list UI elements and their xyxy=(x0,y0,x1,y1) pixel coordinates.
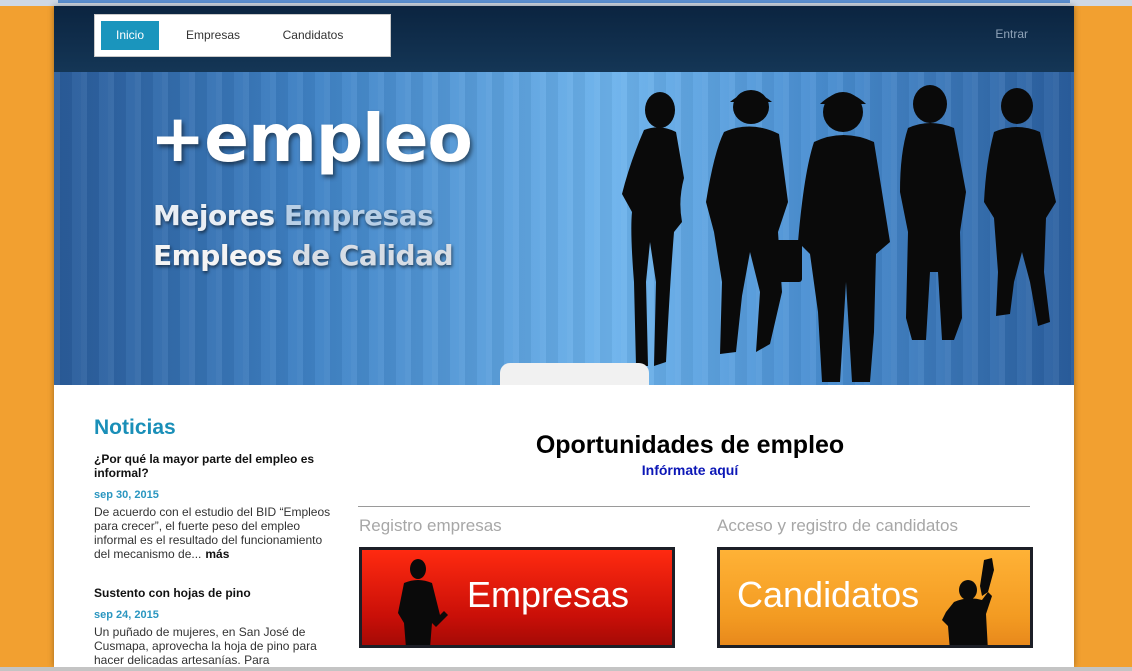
news-excerpt: Un puñado de mujeres, en San José de Cus… xyxy=(94,625,317,667)
news-item: Sustento con hojas de pino sep 24, 2015 … xyxy=(94,586,334,667)
login-link[interactable]: Entrar xyxy=(995,27,1028,41)
candidates-button[interactable]: Candidatos xyxy=(717,547,1033,648)
info-link[interactable]: Infórmate aquí xyxy=(358,462,1022,478)
tagline1-word-a: Mejores xyxy=(153,199,275,232)
browser-bottom-edge xyxy=(0,667,1132,671)
brand-logo: +empleo xyxy=(150,100,473,177)
tagline2-word-a: Empleos xyxy=(153,239,283,272)
cheering-person-icon xyxy=(942,558,994,645)
hero-tagline-2: Empleos de Calidad xyxy=(153,239,454,272)
news-item: ¿Por qué la mayor parte del empleo es in… xyxy=(94,452,334,561)
section-divider xyxy=(358,506,1030,507)
nav-item-inicio[interactable]: Inicio xyxy=(101,21,159,50)
tagline2-word-b: de Calidad xyxy=(291,239,454,272)
tagline1-word-b: Empresas xyxy=(283,199,434,232)
hero-tagline-1: Mejores Empresas xyxy=(153,199,434,232)
page-container: Inicio Empresas Candidatos Entrar +emple… xyxy=(54,6,1074,667)
news-date: sep 24, 2015 xyxy=(94,609,159,621)
companies-button[interactable]: Empresas xyxy=(359,547,675,648)
hero-banner: +empleo Mejores Empresas Empleos de Cali… xyxy=(54,72,1074,385)
news-date: sep 30, 2015 xyxy=(94,489,159,501)
companies-button-label: Empresas xyxy=(467,574,630,615)
news-heading: Noticias xyxy=(94,416,176,439)
banner-tab-notch xyxy=(500,363,649,385)
read-more-link[interactable]: más xyxy=(205,547,229,561)
workers-silhouette-image xyxy=(622,85,1056,382)
candidates-section-label: Acceso y registro de candidatos xyxy=(717,516,958,535)
main-title: Oportunidades de empleo xyxy=(535,431,845,459)
nav-item-candidatos[interactable]: Candidatos xyxy=(267,21,359,50)
companies-section-label: Registro empresas xyxy=(359,516,502,535)
main-menu: Inicio Empresas Candidatos xyxy=(94,14,391,57)
news-headline[interactable]: Sustento con hojas de pino xyxy=(94,586,334,600)
nav-item-empresas[interactable]: Empresas xyxy=(175,21,251,50)
top-navbar: Inicio Empresas Candidatos Entrar xyxy=(54,6,1074,72)
news-excerpt: De acuerdo con el estudio del BID “Emple… xyxy=(94,505,334,561)
candidates-button-label: Candidatos xyxy=(737,574,920,615)
businessman-icon xyxy=(398,559,448,645)
news-headline[interactable]: ¿Por qué la mayor parte del empleo es in… xyxy=(94,452,334,480)
